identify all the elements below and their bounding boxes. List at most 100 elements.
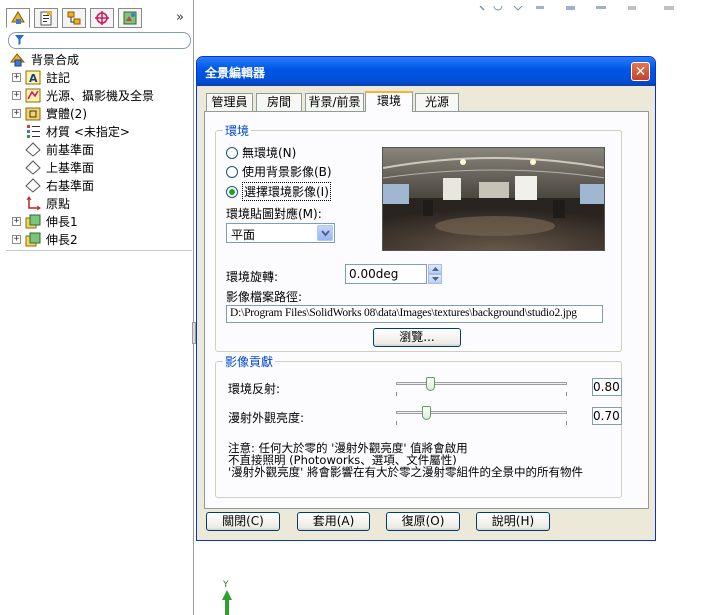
tab-environment[interactable]: 環境 <box>365 91 413 112</box>
tree-item-front-plane[interactable]: 前基準面 <box>25 140 94 158</box>
tree-item-label: 材質 <未指定> <box>46 124 130 139</box>
image-path-input[interactable]: D:\Program Files\SolidWorks 08\data\Imag… <box>226 305 603 323</box>
tree-item-label: 背景合成 <box>31 52 80 67</box>
slider-track <box>396 382 567 385</box>
tree-item-annotations[interactable]: + A 註記 <box>12 68 70 86</box>
environment-rotation-input[interactable]: 0.00deg <box>345 264 427 284</box>
no-environment-option[interactable]: 無環境(N) <box>226 144 296 161</box>
tree-item-top-plane[interactable]: 上基準面 <box>25 158 94 176</box>
tree-item-label: 註記 <box>46 70 71 85</box>
radio-button[interactable] <box>226 165 238 178</box>
tab-lights[interactable]: 光源 <box>415 93 459 111</box>
feature-manager-tab[interactable] <box>6 8 30 28</box>
tree-item-lights[interactable]: + 光源、攝影機及全景 <box>12 86 154 104</box>
environment-rotation-label: 環境旋轉: <box>226 270 279 284</box>
extrude-icon <box>25 214 41 229</box>
scene-editor-dialog: 全景編輯器 ✕ 管理員 房間 背景/前景 環境 光源 環境 無環境(N) 使用背… <box>196 56 656 541</box>
no-environment-label: 無環境(N) <box>242 146 297 160</box>
slider-tick <box>566 392 567 396</box>
image-contribution-group-label: 影像貢獻 <box>223 353 276 370</box>
plane-icon <box>25 159 41 175</box>
tree-item-label: 實體(2) <box>46 106 87 121</box>
close-button[interactable]: 關閉(C) <box>206 512 280 531</box>
environment-rotation-value: 0.00deg <box>349 267 399 281</box>
property-manager-tab[interactable] <box>34 8 58 28</box>
environment-group: 環境 無環境(N) 使用背景影像(B) 選擇環境影像(I) 環境貼圖對應(M):… <box>215 122 622 352</box>
tree-item-label: 原點 <box>46 196 71 211</box>
part-icon <box>10 52 26 67</box>
tree-item-extrude2[interactable]: + 伸長2 <box>12 230 78 248</box>
tree-item-material[interactable]: 材質 <未指定> <box>25 122 130 140</box>
feature-tree-icon <box>11 11 25 24</box>
solid-bodies-icon <box>25 106 41 121</box>
plane-icon <box>25 141 41 157</box>
radio-button[interactable] <box>226 146 238 159</box>
environment-tab-panel: 環境 無環境(N) 使用背景影像(B) 選擇環境影像(I) 環境貼圖對應(M):… <box>204 111 649 509</box>
plane-icon <box>25 177 41 193</box>
display-manager-icon <box>123 11 137 25</box>
expand-icon[interactable]: + <box>12 234 21 244</box>
feature-filter-input[interactable] <box>8 32 191 49</box>
dialog-title: 全景編輯器 <box>205 66 266 80</box>
studio-panorama-image <box>383 148 604 250</box>
slider-tick <box>396 392 397 396</box>
slider-tick <box>566 421 567 425</box>
tab-background-foreground[interactable]: 背景/前景 <box>305 93 364 111</box>
environment-reflection-label: 環境反射: <box>228 382 281 396</box>
apply-button[interactable]: 套用(A) <box>297 512 370 531</box>
restore-button[interactable]: 復原(O) <box>386 512 460 531</box>
tab-room[interactable]: 房間 <box>256 93 302 111</box>
filter-icon <box>15 35 24 45</box>
spin-down-button[interactable] <box>428 274 442 284</box>
note-line: '漫射外觀亮度' 將會影響在有大於零之漫射零組件的全景中的所有物件 <box>228 465 583 479</box>
tree-item-right-plane[interactable]: 右基準面 <box>25 176 94 194</box>
select-environment-image-label: 選擇環境影像(I) <box>242 182 331 201</box>
environment-mapping-select[interactable]: 平面 <box>226 223 335 243</box>
dimxpert-tab[interactable] <box>90 8 114 28</box>
coordinate-triad: Y <box>217 580 237 615</box>
slider-thumb[interactable] <box>422 406 431 420</box>
environment-reflection-slider[interactable] <box>394 376 569 398</box>
rotation-spinner[interactable] <box>428 264 442 284</box>
configuration-manager-tab[interactable] <box>62 8 86 28</box>
tree-item-extrude1[interactable]: + 伸長1 <box>12 212 78 230</box>
environment-reflection-value[interactable]: 0.80 <box>592 378 622 396</box>
material-icon <box>25 124 41 139</box>
diffuse-brightness-slider[interactable] <box>394 405 569 427</box>
origin-icon <box>25 195 41 211</box>
environment-group-label: 環境 <box>223 122 252 139</box>
diffuse-brightness-value[interactable]: 0.70 <box>592 407 622 425</box>
expand-icon[interactable]: + <box>12 108 21 118</box>
close-icon[interactable]: ✕ <box>631 62 650 81</box>
tree-item-origin[interactable]: 原點 <box>25 194 70 212</box>
expand-icon[interactable]: + <box>12 216 21 226</box>
tab-manager[interactable]: 管理員 <box>206 93 253 111</box>
chevron-down-icon <box>432 277 439 281</box>
display-manager-tab[interactable] <box>118 8 142 28</box>
dialog-title-bar[interactable]: 全景編輯器 ✕ <box>197 57 655 86</box>
image-path-label: 影像檔案路徑: <box>226 290 303 304</box>
chevron-down-icon <box>321 230 330 237</box>
triad-y-label: Y <box>223 580 229 590</box>
radio-button-selected[interactable] <box>226 185 238 198</box>
extrude-icon <box>25 232 41 247</box>
feature-manager-panel: » 背景合成 + A 註記 + 光源、攝影機及全景 + 實體(2) 材質 <未指… <box>0 0 194 615</box>
help-button[interactable]: 說明(H) <box>476 512 550 531</box>
select-environment-image-option[interactable]: 選擇環境影像(I) <box>226 182 331 201</box>
more-tabs-button[interactable]: » <box>176 10 184 25</box>
slider-tick <box>396 421 397 425</box>
tree-item-root[interactable]: 背景合成 <box>10 50 79 68</box>
browse-button[interactable]: 瀏覽... <box>373 328 461 347</box>
expand-icon[interactable]: + <box>12 90 21 100</box>
slider-thumb[interactable] <box>426 377 435 391</box>
expand-icon[interactable]: + <box>12 72 21 82</box>
tree-item-solid-bodies[interactable]: + 實體(2) <box>12 104 87 122</box>
dropdown-button[interactable] <box>317 225 333 241</box>
contribution-note: 注意: 任何大於零的 '漫射外觀亮度' 值將會啟用 不直接照明 (Photowo… <box>228 442 583 478</box>
spin-up-button[interactable] <box>428 264 442 274</box>
panel-divider <box>6 250 192 251</box>
tree-item-label: 光源、攝影機及全景 <box>46 88 155 103</box>
use-background-image-option[interactable]: 使用背景影像(B) <box>226 163 332 180</box>
crosshair-icon <box>95 11 109 25</box>
view-toolbar[interactable] <box>478 0 708 11</box>
